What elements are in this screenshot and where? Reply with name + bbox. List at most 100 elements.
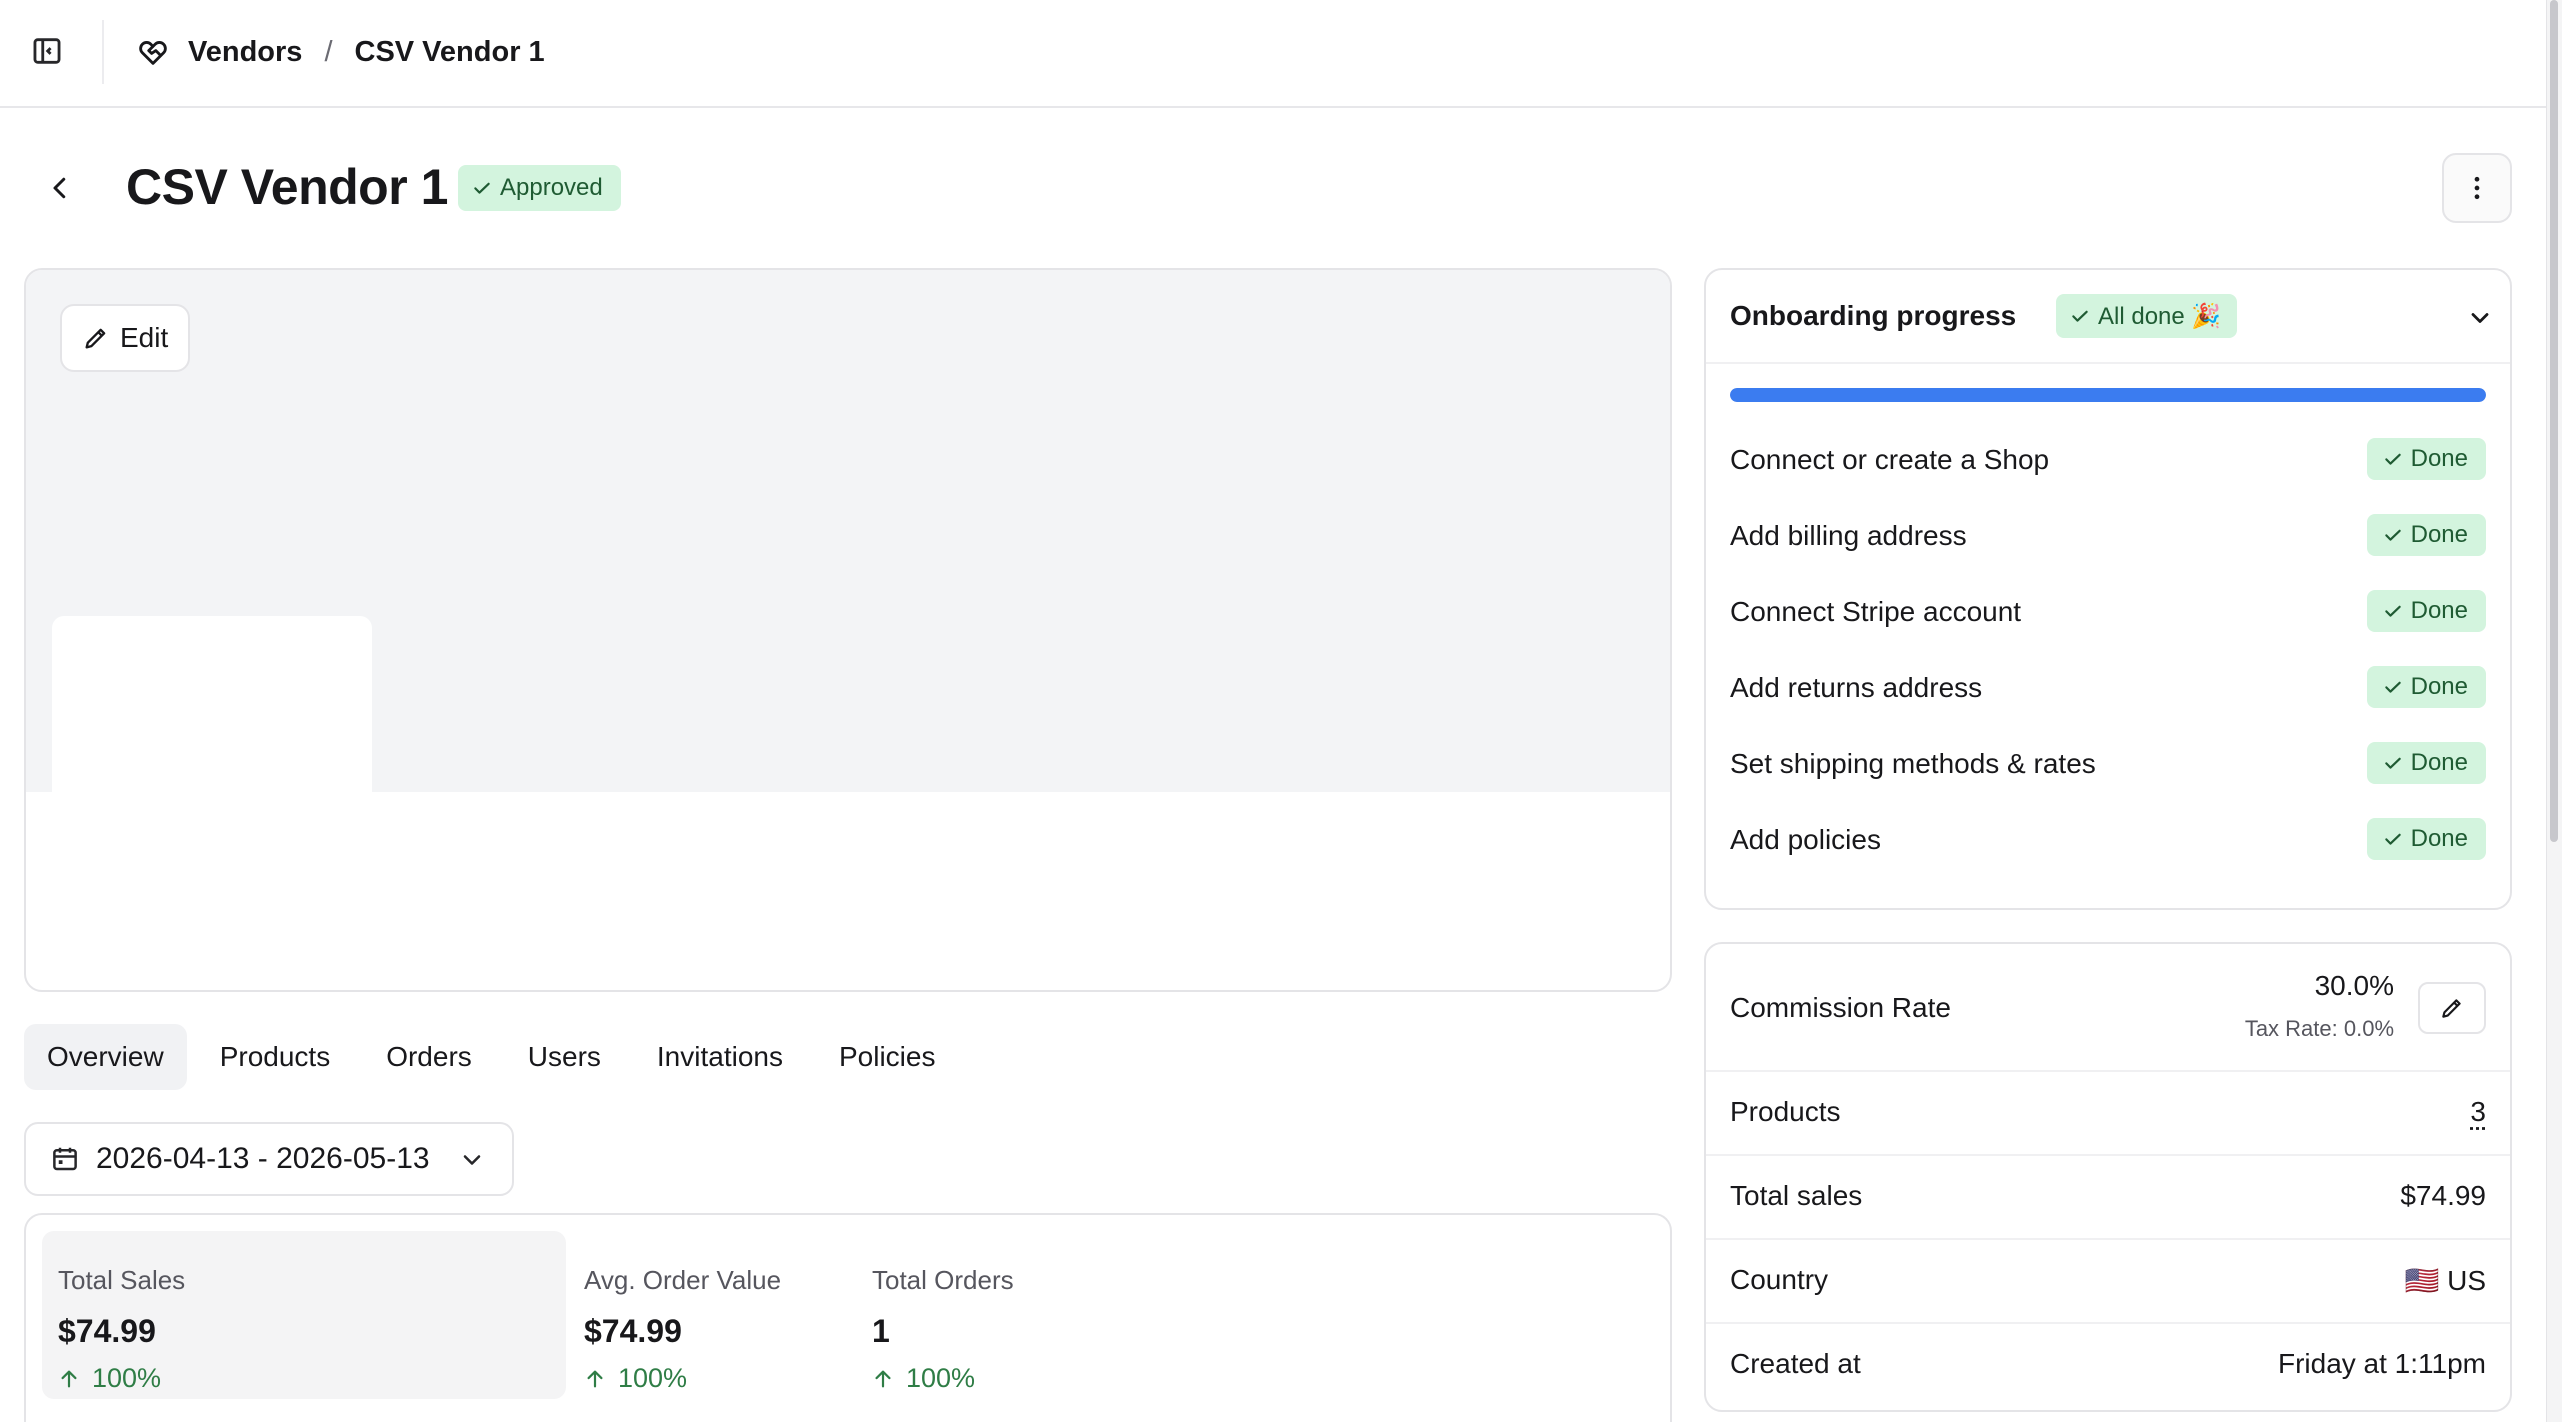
onboarding-task[interactable]: Connect or create a Shop Done — [1730, 438, 2486, 482]
task-status-label: Done — [2410, 445, 2468, 472]
onboarding-task[interactable]: Add policies Done — [1730, 818, 2486, 862]
tab-users[interactable]: Users — [505, 1024, 624, 1090]
created-at-value: Friday at 1:11pm — [2277, 1348, 2486, 1379]
more-options-button[interactable] — [2442, 153, 2512, 223]
stat-avg-order-value[interactable]: Avg. Order Value $74.99 100% — [584, 1231, 844, 1399]
total-sales-value: $74.99 — [2400, 1180, 2486, 1211]
country-value: 🇺🇸 US — [2404, 1265, 2486, 1296]
products-label: Products — [1730, 1096, 1841, 1127]
task-done-badge: Done — [2366, 666, 2486, 708]
stat-value: $74.99 — [584, 1313, 682, 1349]
check-icon — [2384, 681, 2401, 693]
created-at-row: Created at Friday at 1:11pm — [1706, 1324, 2510, 1410]
onboarding-progress-bar — [1730, 388, 2486, 402]
edit-commission-button[interactable] — [2418, 982, 2486, 1034]
task-done-badge: Done — [2366, 590, 2486, 632]
commission-value: 30.0% — [2314, 970, 2394, 1001]
onboarding-task[interactable]: Connect Stripe account Done — [1730, 590, 2486, 634]
chevron-down-icon — [463, 1155, 481, 1165]
onboarding-task-label: Add billing address — [1730, 520, 1967, 551]
stats-card: Total Sales $74.99 100% Avg. Order Value… — [24, 1213, 1672, 1422]
task-done-badge: Done — [2366, 514, 2486, 556]
tab-overview[interactable]: Overview — [24, 1024, 187, 1090]
more-vertical-icon — [2474, 176, 2480, 200]
pencil-icon — [85, 328, 106, 349]
chevron-down-icon[interactable] — [2466, 304, 2494, 332]
stat-change: 100% — [584, 1363, 687, 1394]
tab-orders[interactable]: Orders — [363, 1024, 495, 1090]
top-bar: Vendors / CSV Vendor 1 — [0, 0, 2546, 108]
onboarding-task-label: Connect Stripe account — [1730, 596, 2022, 627]
country-label: Country — [1730, 1264, 1829, 1295]
created-at-label: Created at — [1730, 1348, 1861, 1379]
pencil-icon — [2442, 999, 2461, 1018]
onboarding-header[interactable]: Onboarding progress All done 🎉 — [1706, 270, 2510, 364]
breadcrumb-vendors-link[interactable]: Vendors — [188, 36, 302, 69]
country-row: Country 🇺🇸 US — [1706, 1240, 2510, 1324]
stat-change: 100% — [872, 1363, 975, 1394]
stat-label: Total Sales — [58, 1265, 186, 1295]
status-badge-label: Approved — [500, 174, 603, 201]
page-title: CSV Vendor 1 — [126, 159, 448, 215]
onboarding-task-label: Add policies — [1730, 824, 1881, 855]
check-icon — [2384, 833, 2401, 845]
task-status-label: Done — [2410, 597, 2468, 624]
stat-label: Total Orders — [872, 1265, 1014, 1295]
total-sales-row: Total sales $74.99 — [1706, 1156, 2510, 1240]
onboarding-task[interactable]: Add returns address Done — [1730, 666, 2486, 710]
onboarding-task-label: Set shipping methods & rates — [1730, 748, 2096, 779]
stat-change-value: 100% — [618, 1363, 688, 1393]
products-count-link[interactable]: 3 — [2470, 1096, 2486, 1128]
arrow-up-icon — [61, 1370, 77, 1387]
onboarding-title: Onboarding progress — [1730, 300, 2017, 331]
breadcrumb-current: CSV Vendor 1 — [354, 35, 545, 68]
check-icon — [2384, 757, 2401, 769]
stat-value: $74.99 — [58, 1313, 156, 1349]
calendar-icon — [53, 1147, 77, 1171]
check-icon — [2384, 453, 2401, 465]
edit-banner-button[interactable]: Edit — [60, 304, 191, 372]
tax-rate-value: Tax Rate: 0.0% — [2244, 1016, 2394, 1041]
vendor-handshake-icon — [136, 35, 170, 69]
products-row: Products 3 — [1706, 1072, 2510, 1156]
task-done-badge: Done — [2366, 438, 2486, 480]
breadcrumb-separator: / — [324, 35, 333, 68]
onboarding-progress-fill — [1730, 388, 2486, 402]
tab-products[interactable]: Products — [197, 1024, 354, 1090]
stat-change: 100% — [58, 1363, 161, 1394]
check-icon — [2384, 529, 2401, 541]
total-sales-label: Total sales — [1730, 1180, 1863, 1211]
onboarding-status-label: All done 🎉 — [2098, 302, 2222, 330]
tab-policies[interactable]: Policies — [816, 1024, 958, 1090]
arrow-up-icon — [587, 1370, 603, 1387]
edit-button-label: Edit — [120, 322, 169, 353]
onboarding-task-label: Connect or create a Shop — [1730, 444, 2050, 475]
vendor-tabs: Overview Products Orders Users Invitatio… — [24, 1024, 968, 1090]
task-status-label: Done — [2410, 825, 2468, 852]
stat-change-value: 100% — [92, 1363, 162, 1393]
vendor-details-card: Commission Rate 30.0% Tax Rate: 0.0% Pro… — [1704, 942, 2512, 1412]
breadcrumb: Vendors / CSV Vendor 1 — [136, 28, 545, 76]
task-status-label: Done — [2410, 749, 2468, 776]
stat-total-sales[interactable]: Total Sales $74.99 100% — [42, 1231, 566, 1399]
stat-value: 1 — [872, 1313, 890, 1349]
stat-total-orders[interactable]: Total Orders 1 100% — [872, 1231, 1112, 1399]
task-status-label: Done — [2410, 521, 2468, 548]
commission-label: Commission Rate — [1730, 992, 1951, 1023]
tab-invitations[interactable]: Invitations — [634, 1024, 806, 1090]
status-badge: Approved — [458, 165, 621, 211]
stat-label: Avg. Order Value — [584, 1265, 782, 1295]
page-scrollbar-thumb[interactable] — [2550, 0, 2558, 842]
arrow-up-icon — [875, 1370, 891, 1387]
onboarding-task[interactable]: Add billing address Done — [1730, 514, 2486, 558]
task-done-badge: Done — [2366, 742, 2486, 784]
check-icon — [2072, 310, 2088, 322]
task-done-badge: Done — [2366, 818, 2486, 860]
sidebar-toggle-icon[interactable] — [30, 34, 64, 68]
task-status-label: Done — [2410, 673, 2468, 700]
back-button[interactable] — [40, 168, 80, 208]
check-icon — [474, 182, 490, 194]
date-range-value: 2026-04-13 - 2026-05-13 — [96, 1142, 430, 1175]
date-range-picker[interactable]: 2026-04-13 - 2026-05-13 — [24, 1122, 514, 1196]
onboarding-task[interactable]: Set shipping methods & rates Done — [1730, 742, 2486, 786]
